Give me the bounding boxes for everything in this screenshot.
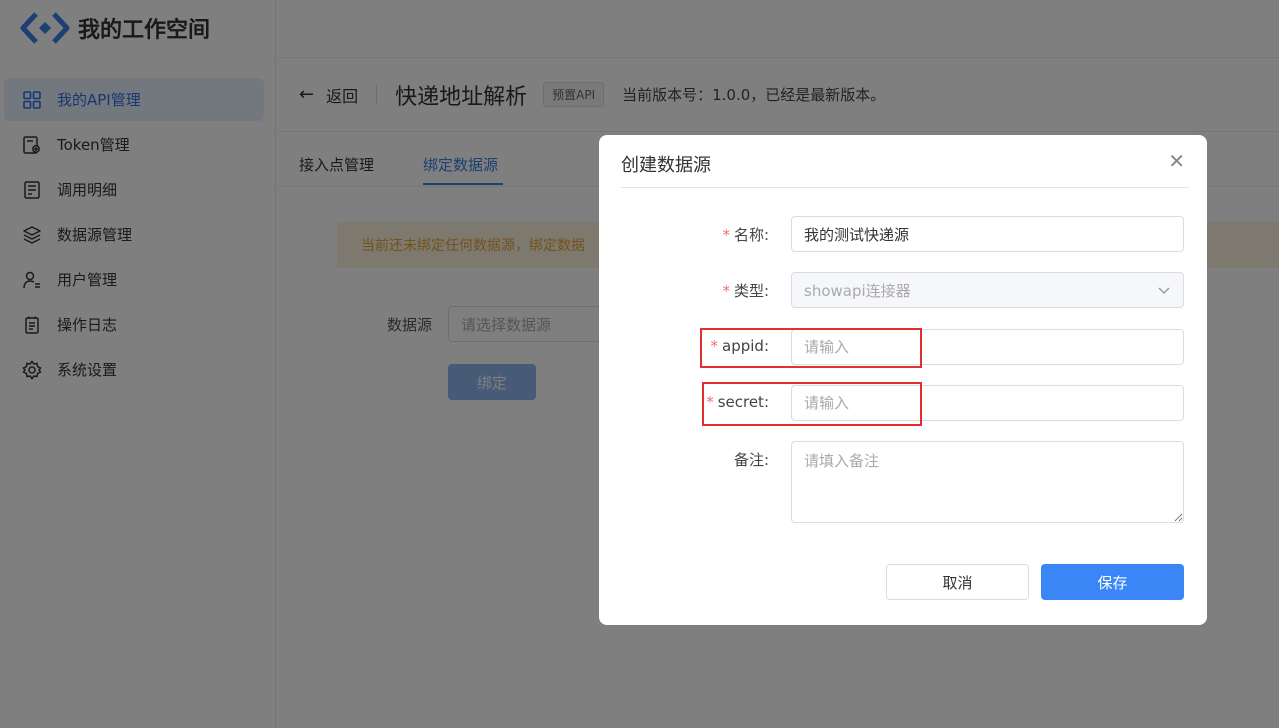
close-icon[interactable]: ✕ bbox=[1168, 150, 1185, 172]
save-button[interactable]: 保存 bbox=[1041, 564, 1184, 600]
create-datasource-dialog: 创建数据源 ✕ *名称: *类型: showapi连接器 *appid: *se… bbox=[599, 135, 1207, 625]
appid-highlight-box bbox=[700, 328, 922, 368]
name-input[interactable] bbox=[791, 216, 1184, 252]
remark-label: 备注: bbox=[733, 451, 769, 469]
secret-highlight-box bbox=[702, 382, 922, 426]
remark-textarea[interactable] bbox=[791, 441, 1184, 523]
chevron-down-icon bbox=[1157, 283, 1171, 297]
name-label: * 名称: bbox=[722, 226, 769, 244]
type-label: * 类型: bbox=[722, 282, 769, 300]
cancel-button[interactable]: 取消 bbox=[886, 564, 1029, 600]
required-mark: * bbox=[722, 226, 730, 244]
type-select-value: showapi连接器 bbox=[804, 281, 911, 300]
required-mark: * bbox=[722, 282, 730, 300]
type-select[interactable]: showapi连接器 bbox=[791, 272, 1184, 308]
dialog-divider bbox=[621, 187, 1189, 188]
dialog-title: 创建数据源 bbox=[621, 155, 711, 176]
